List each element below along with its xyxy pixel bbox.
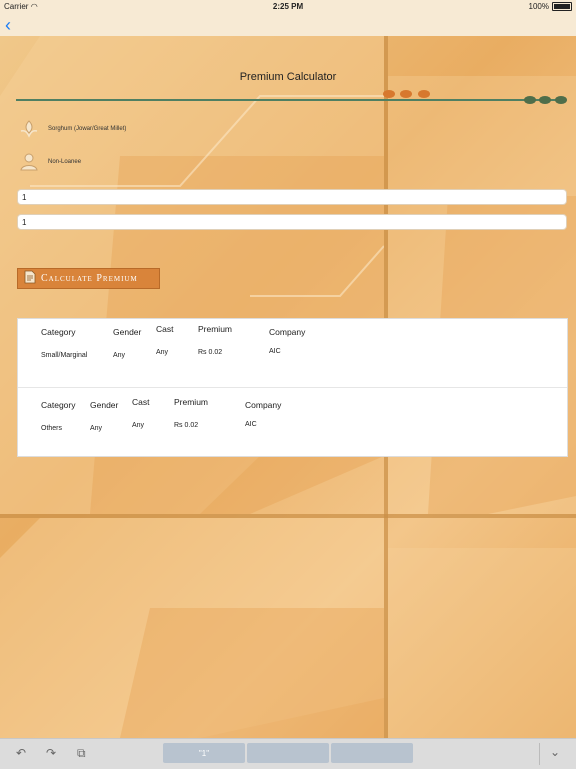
crop-name: Sorghum (Jowar/Great Millet)	[48, 126, 127, 132]
header-cast: Cast	[156, 324, 174, 334]
document-icon	[23, 270, 37, 287]
suggestion-key[interactable]: "1"	[163, 743, 245, 763]
header-category: Category	[41, 327, 76, 337]
chevron-down-icon[interactable]: ⌄	[550, 745, 560, 759]
background-pattern	[0, 518, 384, 738]
crop-icon	[18, 118, 40, 140]
value-category: Others	[41, 425, 63, 432]
area-input[interactable]: 1	[17, 189, 567, 205]
status-bar: Carrier ◠ 2:25 PM 100%	[0, 0, 576, 14]
calculate-premium-label: Calculate Premium	[41, 273, 138, 284]
crop-row[interactable]: Sorghum (Jowar/Great Millet)	[18, 118, 126, 140]
header-gender: Gender	[113, 327, 142, 337]
divider	[539, 743, 540, 765]
header-gender: Gender	[90, 400, 119, 410]
calculate-premium-button[interactable]: Calculate Premium	[17, 268, 160, 289]
value-cast: Any	[156, 349, 169, 356]
clock: 2:25 PM	[272, 2, 304, 11]
user-icon	[18, 151, 40, 173]
step-dot-green	[539, 96, 551, 104]
farmer-type: Non-Loanee	[48, 159, 82, 165]
value-gender: Any	[90, 425, 103, 432]
battery-percent: 100%	[528, 2, 549, 11]
header-company: Company	[269, 327, 306, 337]
tile-divider	[0, 514, 576, 518]
step-dot-orange	[418, 90, 430, 98]
undo-icon[interactable]: ↶	[16, 746, 26, 760]
suggestion-key-empty[interactable]	[331, 743, 413, 763]
farmer-type-row[interactable]: Non-Loanee	[18, 151, 81, 173]
value-cast: Any	[132, 422, 145, 429]
value-company: AIC	[245, 421, 257, 428]
value-gender: Any	[113, 352, 126, 359]
background-pattern	[388, 548, 576, 738]
result-block: Category Gender Cast Premium Company Oth…	[18, 391, 567, 459]
suggestion-key-empty[interactable]	[247, 743, 329, 763]
header-premium: Premium	[174, 397, 209, 407]
step-dot-green	[524, 96, 536, 104]
result-block: Category Gender Cast Premium Company Sma…	[18, 319, 567, 388]
value-category: Small/Marginal	[41, 352, 88, 359]
value-premium: Rs 0.02	[198, 349, 223, 356]
step-dot-green	[555, 96, 567, 104]
keyboard-shortcut-bar: ↶ ↷ ⧉ "1" ⌄	[0, 738, 576, 769]
navigation-bar: ‹	[0, 14, 576, 36]
paste-icon[interactable]: ⧉	[77, 746, 86, 761]
progress-line	[16, 99, 556, 101]
step-dot-orange	[400, 90, 412, 98]
value-company: AIC	[269, 348, 281, 355]
header-premium: Premium	[198, 324, 233, 334]
header-category: Category	[41, 400, 76, 410]
redo-icon[interactable]: ↷	[46, 746, 56, 760]
chevron-left-icon[interactable]: ‹	[5, 15, 11, 35]
battery-status: 100%	[529, 2, 572, 11]
page-title: Premium Calculator	[239, 71, 337, 83]
results-panel: Category Gender Cast Premium Company Sma…	[17, 318, 568, 457]
value-premium: Rs 0.02	[174, 422, 199, 429]
step-dot-orange	[383, 90, 395, 98]
battery-icon	[552, 2, 572, 11]
header-company: Company	[245, 400, 282, 410]
sum-insured-input[interactable]: 1	[17, 214, 567, 230]
header-cast: Cast	[132, 397, 150, 407]
